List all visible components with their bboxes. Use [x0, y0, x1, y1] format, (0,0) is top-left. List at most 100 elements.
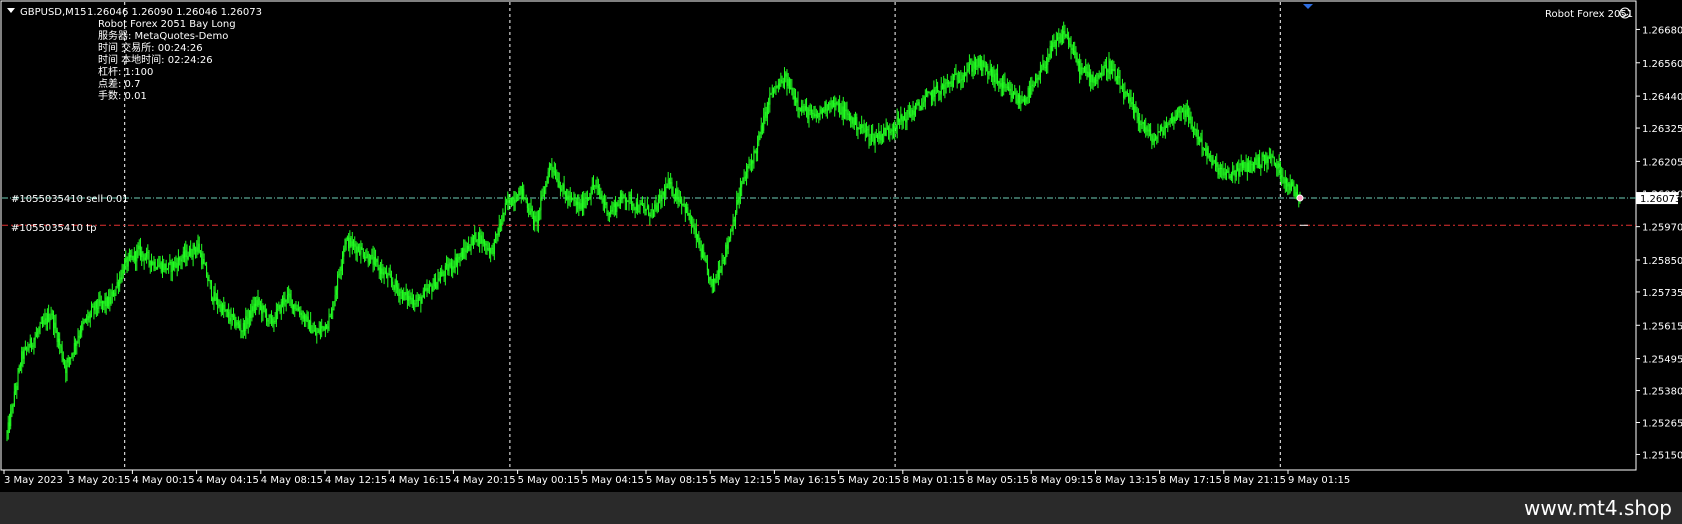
candle-body — [120, 277, 122, 280]
candle-body — [388, 273, 390, 275]
candle-body — [915, 105, 917, 111]
price-chart[interactable]: 1.26680 1.26560 1.26440 1.26325 1.26205 1.260… — [0, 0, 1682, 492]
candle-body — [653, 209, 654, 211]
candle-body — [695, 228, 697, 240]
candle-body — [141, 251, 143, 258]
candle-body — [410, 297, 412, 300]
candle-body — [119, 277, 121, 287]
candle-body — [1259, 157, 1261, 168]
candle-body — [529, 211, 531, 215]
candle-body — [645, 208, 647, 211]
candle-body — [1014, 92, 1016, 95]
candle-body — [397, 287, 399, 290]
candle-body — [419, 296, 421, 299]
candle-body — [679, 199, 681, 203]
candle-body — [577, 201, 579, 205]
candle-body — [859, 128, 861, 130]
candle-body — [48, 313, 50, 322]
candle-body — [144, 257, 146, 261]
candle-body — [26, 347, 28, 349]
candle-body — [455, 257, 457, 266]
site-url[interactable]: www.mt4.shop — [1524, 496, 1672, 520]
candle-body — [1183, 110, 1185, 112]
candle-body — [1227, 170, 1229, 173]
candle-body — [313, 330, 315, 332]
candle-body — [728, 238, 730, 242]
candle-body — [580, 203, 582, 209]
candle-body — [749, 164, 751, 166]
candle-body — [1172, 117, 1174, 123]
candle-body — [61, 347, 63, 359]
candle-body — [830, 104, 832, 108]
candle-body — [255, 303, 257, 306]
candle-body — [479, 233, 481, 244]
candle-body — [1074, 50, 1076, 55]
candle-body — [88, 315, 90, 319]
candle-body — [1249, 160, 1251, 172]
candle-body — [1114, 69, 1116, 81]
candle-body — [92, 306, 94, 308]
candle-body — [252, 306, 254, 312]
candle-body — [1088, 72, 1090, 77]
candle-body — [79, 332, 81, 336]
collapse-triangle-icon[interactable] — [7, 8, 15, 13]
candle-body — [55, 322, 57, 331]
candle-body — [1084, 66, 1085, 69]
candle-body — [340, 265, 342, 271]
candle-body — [781, 79, 783, 82]
candle-body — [654, 204, 656, 210]
candle-body — [404, 292, 406, 296]
candle-body — [784, 76, 786, 87]
candle-body — [102, 301, 104, 304]
candle-body — [921, 106, 923, 110]
chart-area[interactable]: 1.26680 1.26560 1.26440 1.26325 1.26205 1.260… — [0, 0, 1682, 492]
candle-body — [72, 353, 74, 355]
candle-body — [752, 160, 754, 164]
chart-shift-marker[interactable] — [1303, 4, 1313, 9]
candle-body — [704, 257, 706, 259]
candle-body — [842, 106, 844, 118]
candle-body — [828, 102, 830, 110]
candle-body — [160, 262, 162, 272]
candle-body — [1113, 69, 1115, 71]
candle-body — [334, 294, 336, 302]
candle-body — [857, 129, 859, 131]
candle-body — [534, 215, 536, 223]
candle-body — [635, 202, 637, 210]
candle-body — [837, 103, 839, 105]
candle-body — [881, 134, 883, 136]
candle-body — [281, 301, 283, 305]
candle-body — [826, 109, 828, 111]
candle-body — [139, 245, 141, 258]
candle-body — [864, 130, 866, 132]
candle-body — [841, 106, 843, 113]
candle-body — [40, 322, 42, 324]
candle-body — [152, 262, 154, 265]
candle-body — [97, 308, 99, 310]
candle-body — [117, 282, 119, 287]
candle-body — [272, 318, 274, 324]
candle-body — [406, 291, 408, 301]
candle-body — [1158, 131, 1160, 133]
time-axis[interactable]: 3 May 2023 3 May 20:15 4 May 00:15 4 May 04… — [3, 470, 1350, 486]
candle-body — [497, 234, 499, 236]
candle-body — [892, 130, 894, 132]
candle-body — [201, 253, 203, 265]
candle-body — [540, 197, 542, 211]
candle-body — [357, 246, 359, 251]
candle-body — [771, 87, 773, 94]
candle-body — [1030, 85, 1032, 98]
candle-body — [1155, 138, 1157, 140]
candle-body — [18, 366, 20, 373]
candle-body — [1109, 60, 1111, 75]
price-axis[interactable]: 1.26680 1.26560 1.26440 1.26325 1.26205 1.260… — [1636, 25, 1682, 461]
candle-body — [1145, 127, 1147, 133]
candle-body — [1005, 86, 1007, 88]
candle-body — [536, 219, 538, 224]
candle-body — [469, 249, 471, 251]
candle-body — [121, 269, 123, 280]
candle-body — [431, 285, 433, 292]
candle-body — [124, 262, 126, 274]
candle-body — [473, 237, 475, 240]
candle-body — [435, 278, 437, 289]
